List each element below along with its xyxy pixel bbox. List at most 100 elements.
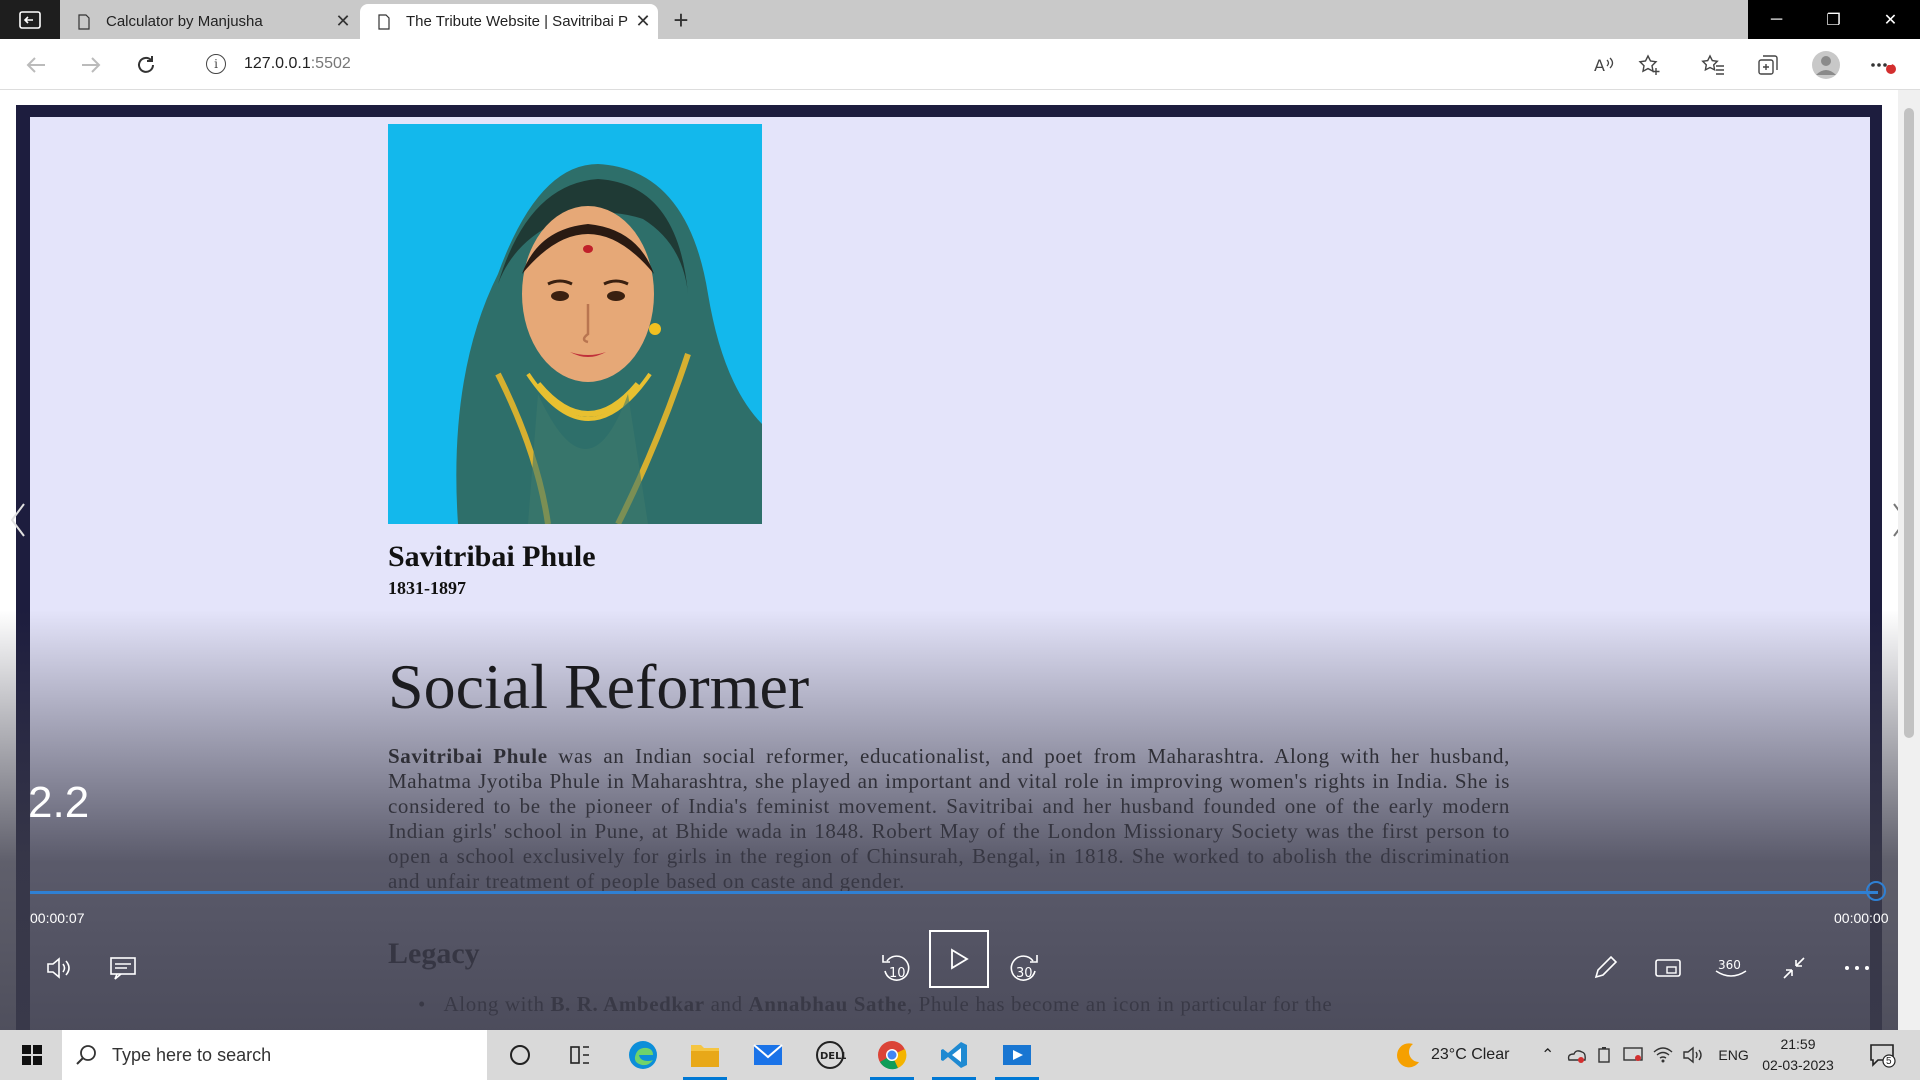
language-indicator[interactable]: ENG [1718,1047,1748,1063]
section-heading: Social Reformer [388,651,810,722]
mail-app[interactable] [740,1033,796,1077]
dell-icon: DELL [816,1041,846,1069]
dell-app[interactable]: DELL [802,1033,858,1077]
captions-icon [110,957,136,980]
close-window-button[interactable]: ✕ [1862,0,1919,39]
profile-button[interactable] [1810,49,1842,81]
favorites-icon [1701,54,1724,75]
tab-tribute-website[interactable]: The Tribute Website | Savitribai P ✕ [360,4,658,39]
draw-button[interactable] [1583,946,1627,990]
miniplayer-button[interactable] [1646,946,1690,990]
taskbar-search-box[interactable]: Type here to search [62,1030,487,1080]
minimize-button[interactable]: ─ [1748,0,1805,39]
star-add-icon [1638,54,1660,75]
volume-icon [47,957,70,979]
svg-text:360: 360 [1718,958,1741,972]
avatar-icon [1812,51,1840,79]
windows-logo-icon [22,1045,42,1065]
view-360-button[interactable]: 360 [1709,946,1753,990]
miniplayer-icon [1655,959,1681,977]
svg-text:10: 10 [889,966,906,981]
edge-app[interactable] [615,1033,671,1077]
vertical-scrollbar[interactable] [1898,90,1920,1030]
close-icon[interactable]: ✕ [328,11,358,32]
favorites-button[interactable] [1697,49,1729,81]
taskbar-clock[interactable]: 21:59 02-03-2023 [1758,1034,1838,1076]
intro-text: was an Indian social reformer, education… [388,744,1510,893]
reload-button[interactable] [130,49,162,81]
rewind-10-icon: 10 [882,955,910,981]
page-viewport: Savitribai Phule 1831-1897 Social Reform… [0,90,1920,1030]
add-favorite-button[interactable] [1634,49,1666,81]
forward-button-media[interactable]: 30 [1002,946,1046,990]
start-button[interactable] [4,1033,60,1077]
forward-button[interactable] [75,49,107,81]
task-view-icon [570,1046,589,1064]
volume-button[interactable] [38,946,82,990]
cortana-button[interactable] [492,1033,548,1077]
page-icon [378,13,390,30]
media-player-app[interactable] [989,1033,1045,1080]
back-button[interactable] [20,49,52,81]
more-icon [1845,966,1869,970]
chevron-up-icon[interactable]: ⌃ [1541,1045,1554,1065]
play-icon [951,948,969,970]
clock-time: 21:59 [1780,1036,1816,1052]
person-years: 1831-1897 [388,578,466,598]
search-placeholder: Type here to search [112,1044,272,1065]
windows-taskbar: Type here to search DELL 23°C Clear ⌃ EN… [0,1030,1920,1080]
captions-button[interactable] [101,946,145,990]
weather-widget[interactable]: 23°C Clear [1393,1030,1509,1080]
360-icon: 360 [1715,958,1747,977]
address-bar[interactable]: i 127.0.0.1:5502 [182,46,1642,82]
system-tray-icons[interactable]: ⌃ ENG [1541,1030,1749,1080]
battery-icon [1598,1047,1611,1063]
chrome-app[interactable] [864,1033,920,1080]
restore-button[interactable]: ❐ [1805,0,1862,39]
exit-fullscreen-button[interactable] [1772,946,1816,990]
seek-handle[interactable] [1866,881,1886,901]
tab-calculator[interactable]: Calculator by Manjusha ✕ [60,4,358,39]
site-info-icon[interactable]: i [206,54,226,74]
previous-icon[interactable] [8,500,28,540]
tab-strip: Calculator by Manjusha ✕ The Tribute Web… [0,0,1920,39]
intro-paragraph: Savitribai Phule was an Indian social re… [388,744,1510,894]
rewind-button[interactable]: 10 [874,946,918,990]
reload-icon [138,56,154,73]
vscode-icon [941,1042,967,1068]
arrow-right-icon [82,57,101,73]
mail-icon [753,1044,783,1065]
elapsed-time: 00:00:07 [30,910,85,926]
total-time: 00:00:00 [1834,910,1889,926]
chrome-icon [878,1041,907,1070]
onedrive-icon [1568,1050,1587,1063]
task-view-button[interactable] [552,1033,608,1077]
file-explorer-app[interactable] [677,1033,733,1080]
tab-actions-icon [19,10,41,29]
svg-text:A: A [1594,56,1605,75]
play-button[interactable] [929,930,989,988]
arrow-left-icon [26,57,45,73]
collections-button[interactable] [1752,49,1784,81]
collections-icon [1758,55,1778,75]
tab-actions-button[interactable] [0,0,60,39]
edge-icon [629,1041,657,1069]
scrollbar-thumb[interactable] [1904,108,1914,738]
media-more-button[interactable] [1835,946,1879,990]
svg-text:DELL: DELL [820,1051,846,1062]
seek-bar[interactable] [30,891,1878,894]
forward-30-icon: 30 [1010,955,1038,981]
weather-text: 23°C Clear [1431,1046,1510,1063]
notifications-button[interactable]: 5 [1854,1033,1910,1077]
clock-date: 02-03-2023 [1762,1057,1834,1073]
settings-more-button[interactable]: 1 [1867,49,1899,81]
overlay-number: 2.2 [28,778,90,827]
svg-text:30: 30 [1016,966,1033,981]
close-icon[interactable]: ✕ [628,11,658,32]
wifi-icon [1653,1047,1673,1063]
vscode-app[interactable] [926,1033,982,1080]
read-aloud-button[interactable]: A [1588,49,1620,81]
new-tab-button[interactable]: + [665,4,697,36]
cortana-icon [510,1045,530,1065]
notification-badge: 1 [1887,57,1893,67]
